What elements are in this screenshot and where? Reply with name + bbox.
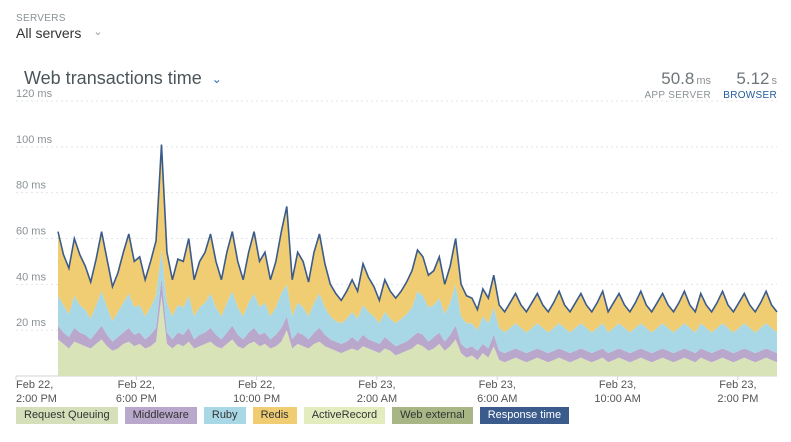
- legend-item-redis[interactable]: Redis: [252, 407, 297, 424]
- x-tick-label: 2:00 AM: [357, 393, 397, 405]
- legend-item-activerecord[interactable]: ActiveRecord: [303, 407, 386, 424]
- x-tick-label: Feb 23,: [719, 379, 756, 391]
- x-tick-label: 6:00 AM: [477, 393, 517, 405]
- legend-item-response-time[interactable]: Response time: [479, 407, 570, 424]
- x-tick-label: 6:00 PM: [116, 393, 157, 405]
- x-tick-label: Feb 23,: [358, 379, 395, 391]
- x-tick-label: Feb 22,: [238, 379, 275, 391]
- legend-item-ruby[interactable]: Ruby: [203, 407, 246, 424]
- x-tick-label: Feb 23,: [599, 379, 636, 391]
- y-tick-label: 120 ms: [16, 88, 53, 100]
- y-tick-label: 40 ms: [16, 271, 46, 283]
- x-tick-label: 2:00 PM: [717, 393, 758, 405]
- x-tick-label: Feb 22,: [118, 379, 155, 391]
- x-tick-label: Feb 23,: [479, 379, 516, 391]
- y-tick-label: 60 ms: [16, 226, 46, 238]
- x-tick-label: 2:00 PM: [16, 393, 57, 405]
- x-tick-label: 10:00 PM: [233, 393, 280, 405]
- transactions-chart: 20 ms 40 ms 60 ms 80 ms 100 ms 120 ms Feb 22,…: [15, 88, 778, 405]
- y-tick-label: 20 ms: [16, 317, 46, 329]
- chart-legend: Request Queuing Middleware Ruby Redis Active…: [16, 407, 570, 424]
- legend-item-request-queuing[interactable]: Request Queuing: [16, 407, 118, 424]
- x-tick-label: 10:00 AM: [594, 393, 640, 405]
- legend-item-middleware[interactable]: Middleware: [124, 407, 197, 424]
- x-tick-label: Feb 22,: [16, 379, 53, 391]
- y-tick-label: 80 ms: [16, 180, 46, 192]
- y-tick-label: 100 ms: [16, 134, 53, 146]
- legend-item-web-external[interactable]: Web external: [392, 407, 473, 424]
